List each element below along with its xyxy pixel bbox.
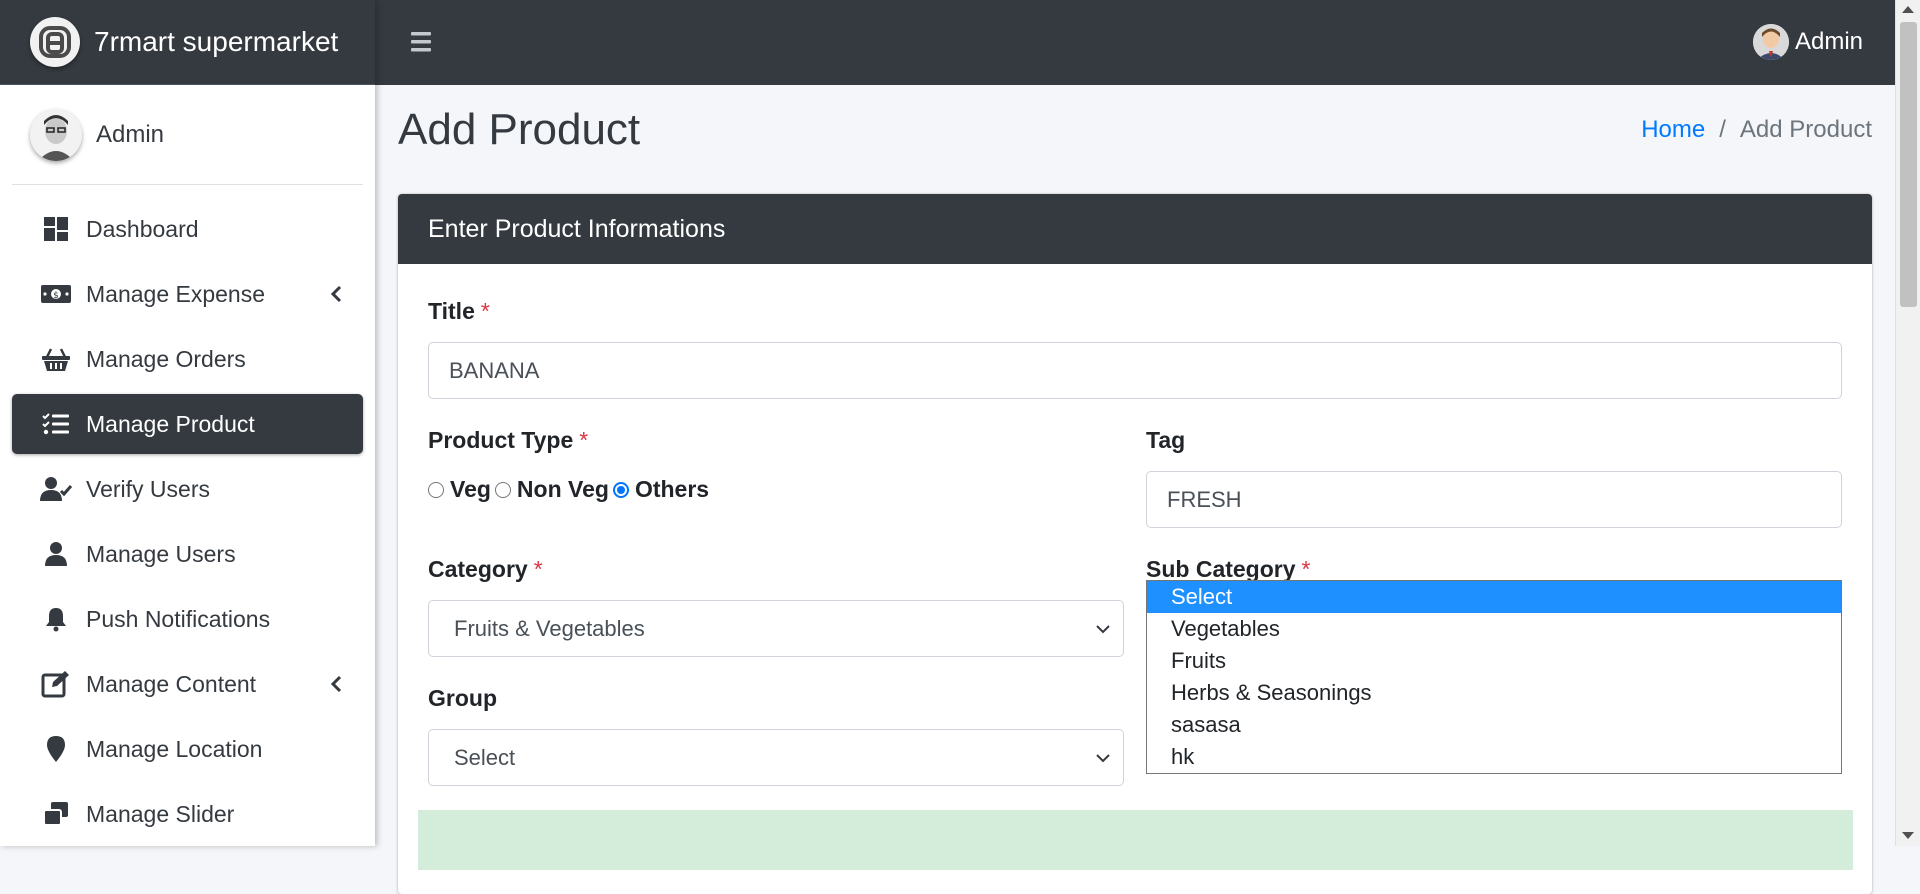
sidebar-item-label: Manage Content <box>86 670 257 697</box>
group-select-value: Select <box>454 744 516 770</box>
window-restore-icon <box>40 798 72 830</box>
card-header: Enter Product Informations <box>398 194 1872 264</box>
required-marker: * <box>480 298 490 324</box>
sidebar-item-push-notifications[interactable]: Push Notifications <box>12 589 363 649</box>
sidebar-item-manage-content[interactable]: Manage Content <box>12 654 363 714</box>
sidebar-item-manage-users[interactable]: Manage Users <box>12 524 363 584</box>
user-icon <box>40 538 72 570</box>
sidebar-nav: Dashboard $ Manage Expense Manage Orders… <box>0 199 375 844</box>
required-marker: * <box>1301 556 1311 582</box>
tag-label-text: Tag <box>1146 427 1186 453</box>
sidebar-item-label: Push Notifications <box>86 605 271 632</box>
sub-category-option[interactable]: Select <box>1147 581 1841 613</box>
dashboard-icon <box>40 213 72 245</box>
edit-icon <box>40 668 72 700</box>
sidebar-item-manage-expense[interactable]: $ Manage Expense <box>12 264 363 324</box>
radio-non-veg[interactable] <box>494 481 511 498</box>
sub-category-option[interactable]: Herbs & Seasonings <box>1147 677 1841 709</box>
sidebar-item-label: Manage Expense <box>86 280 266 307</box>
sidebar-item-label: Dashboard <box>86 215 199 242</box>
sub-category-label-text: Sub Category <box>1146 556 1296 582</box>
group-select[interactable]: Select <box>428 729 1124 786</box>
brand-name: 7rmart supermarket <box>94 26 339 57</box>
scroll-down-arrow-icon[interactable] <box>1902 832 1914 839</box>
sidebar-item-manage-orders[interactable]: Manage Orders <box>12 329 363 389</box>
top-user-avatar <box>1752 24 1789 60</box>
success-alert <box>418 810 1853 870</box>
sidebar-item-label: Manage Users <box>86 540 236 567</box>
user-check-icon <box>40 473 72 505</box>
sidebar-item-label: Manage Slider <box>86 800 235 827</box>
tag-input-value: FRESH <box>1167 486 1242 512</box>
hamburger-menu-icon[interactable] <box>409 28 437 56</box>
brand-logo-icon <box>30 17 80 67</box>
radio-others[interactable] <box>612 481 629 498</box>
brand-link[interactable]: 7rmart supermarket <box>0 0 375 85</box>
bell-icon <box>40 603 72 635</box>
top-navbar: Admin <box>375 0 1895 85</box>
sidebar-item-manage-product[interactable]: Manage Product <box>12 394 363 454</box>
product-type-label: Product Type * <box>428 427 588 454</box>
product-type-label-text: Product Type <box>428 427 574 453</box>
category-select-value: Fruits & Vegetables <box>454 615 645 641</box>
required-marker: * <box>533 556 543 582</box>
sidebar-item-manage-location[interactable]: Manage Location <box>12 719 363 779</box>
scroll-up-arrow-icon[interactable] <box>1902 6 1914 13</box>
radio-veg[interactable] <box>428 481 444 498</box>
chevron-down-icon <box>1096 625 1110 634</box>
sub-category-option[interactable]: Vegetables <box>1147 613 1841 645</box>
title-label-text: Title <box>428 298 475 324</box>
title-label: Title * <box>428 298 490 325</box>
sidebar-item-label: Manage Product <box>86 410 255 437</box>
title-input[interactable]: BANANA <box>428 342 1842 399</box>
breadcrumb-separator: / <box>1719 116 1726 143</box>
category-select[interactable]: Fruits & Vegetables <box>428 600 1124 657</box>
sub-category-option[interactable]: sasasa <box>1147 709 1841 741</box>
sidebar-item-label: Manage Orders <box>86 345 246 372</box>
sub-category-label: Sub Category * <box>1146 556 1310 583</box>
radio-veg-label[interactable]: Veg <box>450 476 491 503</box>
money-bill-icon: $ <box>40 278 72 310</box>
sub-category-option[interactable]: hk <box>1147 741 1841 773</box>
basket-icon <box>40 343 72 375</box>
map-marker-icon <box>40 733 72 765</box>
user-panel[interactable]: Admin <box>12 85 363 185</box>
chevron-left-icon <box>330 285 342 303</box>
sub-category-option[interactable]: Fruits <box>1147 645 1841 677</box>
required-marker: * <box>579 427 589 453</box>
radio-others-label[interactable]: Others <box>635 476 709 503</box>
scrollbar-thumb[interactable] <box>1900 22 1917 307</box>
tasks-icon <box>40 408 72 440</box>
radio-non-veg-label[interactable]: Non Veg <box>517 476 609 503</box>
top-user-menu[interactable]: Admin <box>1752 24 1863 60</box>
user-name[interactable]: Admin <box>96 121 164 149</box>
tag-input[interactable]: FRESH <box>1146 471 1842 528</box>
sidebar-item-label: Manage Location <box>86 735 263 762</box>
title-input-value: BANANA <box>449 357 540 383</box>
user-avatar <box>30 108 82 161</box>
chevron-down-icon <box>1096 754 1110 763</box>
product-type-radio-group: Veg Non Veg Others <box>428 476 713 503</box>
sidebar-item-label: Verify Users <box>86 475 210 502</box>
tag-label: Tag <box>1146 427 1185 454</box>
group-label: Group <box>428 685 497 712</box>
chevron-left-icon <box>330 675 342 693</box>
sidebar-item-verify-users[interactable]: Verify Users <box>12 459 363 519</box>
sidebar: 7rmart supermarket Admin Dashboard $ Man… <box>0 0 375 846</box>
top-user-name: Admin <box>1794 28 1863 55</box>
sidebar-item-manage-slider[interactable]: Manage Slider <box>12 784 363 844</box>
page-title: Add Product <box>398 105 641 154</box>
page-scrollbar[interactable] <box>1895 0 1920 846</box>
category-label-text: Category <box>428 556 528 582</box>
breadcrumb: Home / Add Product <box>1641 116 1872 144</box>
breadcrumb-home-link[interactable]: Home <box>1641 116 1705 144</box>
group-label-text: Group <box>428 685 497 711</box>
category-label: Category * <box>428 556 543 583</box>
svg-text:$: $ <box>53 291 59 301</box>
sub-category-dropdown-list[interactable]: Select Vegetables Fruits Herbs & Seasoni… <box>1146 580 1842 774</box>
product-form-card: Enter Product Informations <box>398 194 1872 894</box>
sidebar-item-dashboard[interactable]: Dashboard <box>12 199 363 259</box>
breadcrumb-current: Add Product <box>1739 116 1872 143</box>
